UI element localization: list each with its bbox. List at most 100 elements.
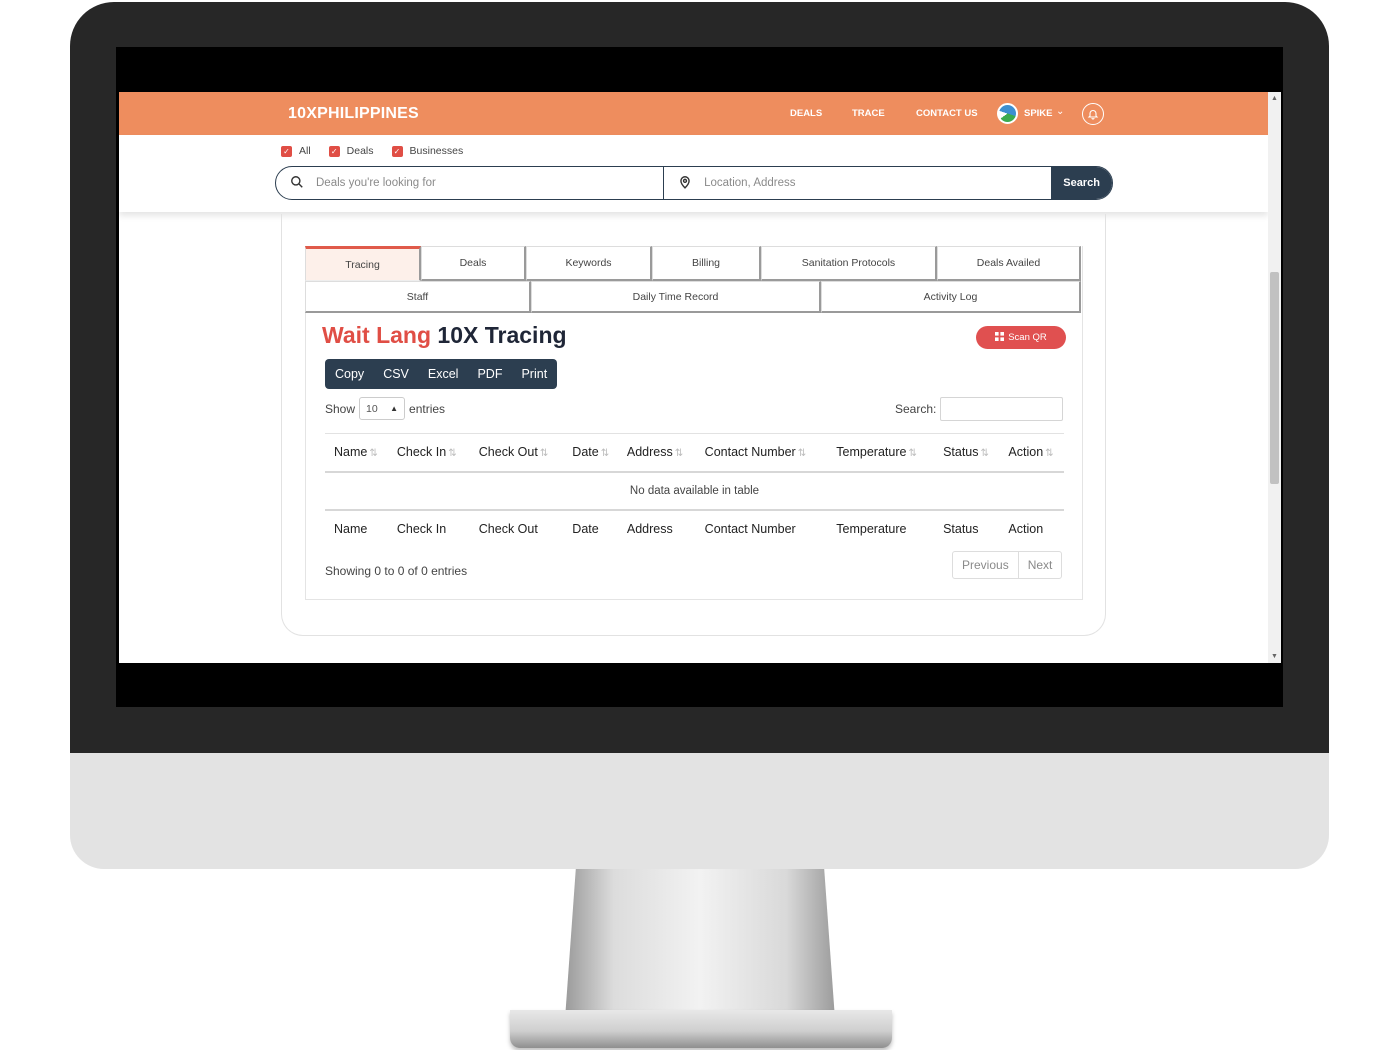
table-header-row: Name ⇅ Check In ⇅ Check Out ⇅ Date ⇅ Address… [325, 433, 1064, 472]
export-button-group: Copy CSV Excel PDF Print [325, 359, 558, 389]
bell-icon[interactable] [1082, 103, 1104, 125]
title-main: 10X Tracing [437, 322, 567, 348]
tab-daily-time-record[interactable]: Daily Time Record [531, 281, 821, 313]
scroll-down-icon[interactable]: ▼ [1271, 653, 1278, 660]
location-search-input[interactable] [704, 167, 1035, 198]
footer-temperature: Temperature [836, 522, 907, 536]
next-button[interactable]: Next [1017, 552, 1062, 578]
column-header-action[interactable]: Action ⇅ [999, 434, 1064, 472]
search-bar: Search [275, 166, 1113, 200]
sort-icon[interactable]: ⇅ [981, 448, 989, 459]
tab-deals[interactable]: Deals [421, 246, 526, 281]
top-navbar: 10XPHILIPPINES DEALS TRACE CONTACT US SP… [119, 92, 1268, 135]
tab-keywords[interactable]: Keywords [526, 246, 652, 281]
tabs-row-primary: Tracing Deals Keywords Billing Sanitatio… [305, 246, 1081, 281]
map-pin-icon [678, 175, 692, 194]
table-info: Showing 0 to 0 of 0 entries [325, 564, 468, 578]
sort-icon[interactable]: ⇅ [369, 448, 377, 459]
column-header-contact-number[interactable]: Contact Number ⇅ [696, 434, 828, 472]
sort-icon[interactable]: ⇅ [540, 448, 548, 459]
select-arrows-icon: ▲︎ [390, 404, 399, 413]
previous-button[interactable]: Previous [953, 552, 1018, 578]
search-section: ✓ All ✓ Deals ✓ Businesses Deals you're … [119, 135, 1268, 212]
column-header-date[interactable]: Date ⇅ [563, 434, 618, 472]
monitor-stand-neck [565, 869, 835, 1019]
monitor-stand-base [510, 1010, 892, 1048]
sort-icon[interactable]: ⇅ [908, 448, 916, 459]
tab-sanitation-protocols[interactable]: Sanitation Protocols [761, 246, 937, 281]
tab-tracing[interactable]: Tracing [305, 246, 421, 281]
table-empty-row: No data available in table [325, 472, 1064, 510]
scroll-up-icon[interactable]: ▲ [1271, 95, 1278, 102]
footer-date: Date [572, 522, 599, 536]
deals-search-field [276, 167, 665, 199]
sort-icon[interactable]: ⇅ [675, 448, 683, 459]
column-header-temperature[interactable]: Temperature ⇅ [827, 434, 934, 472]
tabs-row-secondary: Staff Daily Time Record Activity Log [305, 281, 1081, 313]
filter-label: Businesses [409, 145, 464, 157]
tab-deals-availed[interactable]: Deals Availed [937, 246, 1081, 281]
footer-name: Name [334, 522, 368, 536]
excel-button[interactable]: Excel [428, 367, 459, 381]
csv-button[interactable]: CSV [383, 367, 409, 381]
filter-deals[interactable]: ✓ Deals [328, 145, 374, 157]
table-search-label: Search: [895, 402, 937, 416]
print-button[interactable]: Print [521, 367, 547, 381]
footer-contact-number: Contact Number [704, 522, 796, 536]
sort-icon[interactable]: ⇅ [448, 448, 456, 459]
qr-icon [995, 331, 1005, 344]
page-length-value: 10 [366, 402, 378, 415]
pdf-button[interactable]: PDF [477, 367, 502, 381]
tab-activity-log[interactable]: Activity Log [821, 281, 1081, 313]
filter-label: All [299, 145, 311, 157]
filter-all[interactable]: ✓ All [281, 145, 311, 157]
user-menu-label[interactable]: SPIKE [1024, 108, 1053, 119]
show-label: Show [325, 401, 356, 416]
deals-search-input[interactable] [316, 167, 646, 198]
brand-logo[interactable]: 10XPHILIPPINES [288, 105, 419, 123]
column-header-name[interactable]: Name ⇅ [325, 434, 388, 472]
table-footer-row: Name Check In Check Out Date Address Con… [325, 510, 1064, 548]
tab-staff[interactable]: Staff [305, 281, 531, 313]
filter-label: Deals [346, 145, 374, 157]
sort-icon[interactable]: ⇅ [601, 448, 609, 459]
nav-link-contact-us[interactable]: CONTACT US [916, 108, 978, 119]
tab-billing[interactable]: Billing [652, 246, 761, 281]
page-length-select[interactable]: 10 ▲︎ [359, 397, 406, 420]
column-header-status[interactable]: Status ⇅ [934, 434, 999, 472]
entries-label: entries [409, 401, 446, 416]
page-title: Wait Lang 10X Tracing [322, 322, 567, 349]
monitor-chin [70, 753, 1329, 869]
footer-check-out: Check Out [478, 522, 538, 536]
tracing-table: Name ⇅ Check In ⇅ Check Out ⇅ Date ⇅ Address… [325, 433, 1064, 548]
table-length-control: Show 10 ▲︎ entries [325, 397, 445, 420]
scrollbar-thumb[interactable] [1270, 272, 1279, 484]
checkbox-checked-icon[interactable]: ✓ [328, 145, 340, 157]
column-header-check-out[interactable]: Check Out ⇅ [470, 434, 564, 472]
location-search-field [664, 167, 1051, 199]
web-page: 10XPHILIPPINES DEALS TRACE CONTACT US SP… [119, 92, 1268, 663]
empty-message: No data available in table [629, 484, 760, 497]
checkbox-checked-icon[interactable]: ✓ [391, 145, 403, 157]
pagination: Previous Next [952, 551, 1063, 579]
search-button[interactable]: Search [1051, 167, 1112, 199]
filter-businesses[interactable]: ✓ Businesses [391, 145, 464, 157]
nav-link-trace[interactable]: TRACE [852, 108, 885, 119]
sort-icon[interactable]: ⇅ [1045, 448, 1053, 459]
copy-button[interactable]: Copy [335, 367, 364, 381]
chevron-down-icon[interactable]: ⌄ [1056, 106, 1064, 117]
footer-address: Address [626, 522, 673, 536]
nav-link-deals[interactable]: DEALS [790, 108, 822, 119]
table-search-input[interactable] [940, 397, 1063, 421]
footer-status: Status [943, 522, 979, 536]
footer-action: Action [1008, 522, 1044, 536]
page-scrollbar[interactable]: ▲ ▼ [1268, 92, 1281, 663]
column-header-address[interactable]: Address ⇅ [618, 434, 696, 472]
footer-check-in: Check In [396, 522, 447, 536]
user-avatar[interactable] [997, 103, 1018, 124]
sort-icon[interactable]: ⇅ [798, 448, 806, 459]
checkbox-checked-icon[interactable]: ✓ [281, 145, 292, 157]
browser-viewport: 10XPHILIPPINES DEALS TRACE CONTACT US SP… [119, 92, 1281, 663]
column-header-check-in[interactable]: Check In ⇅ [388, 434, 470, 472]
scan-qr-button[interactable]: Scan QR [976, 326, 1066, 349]
